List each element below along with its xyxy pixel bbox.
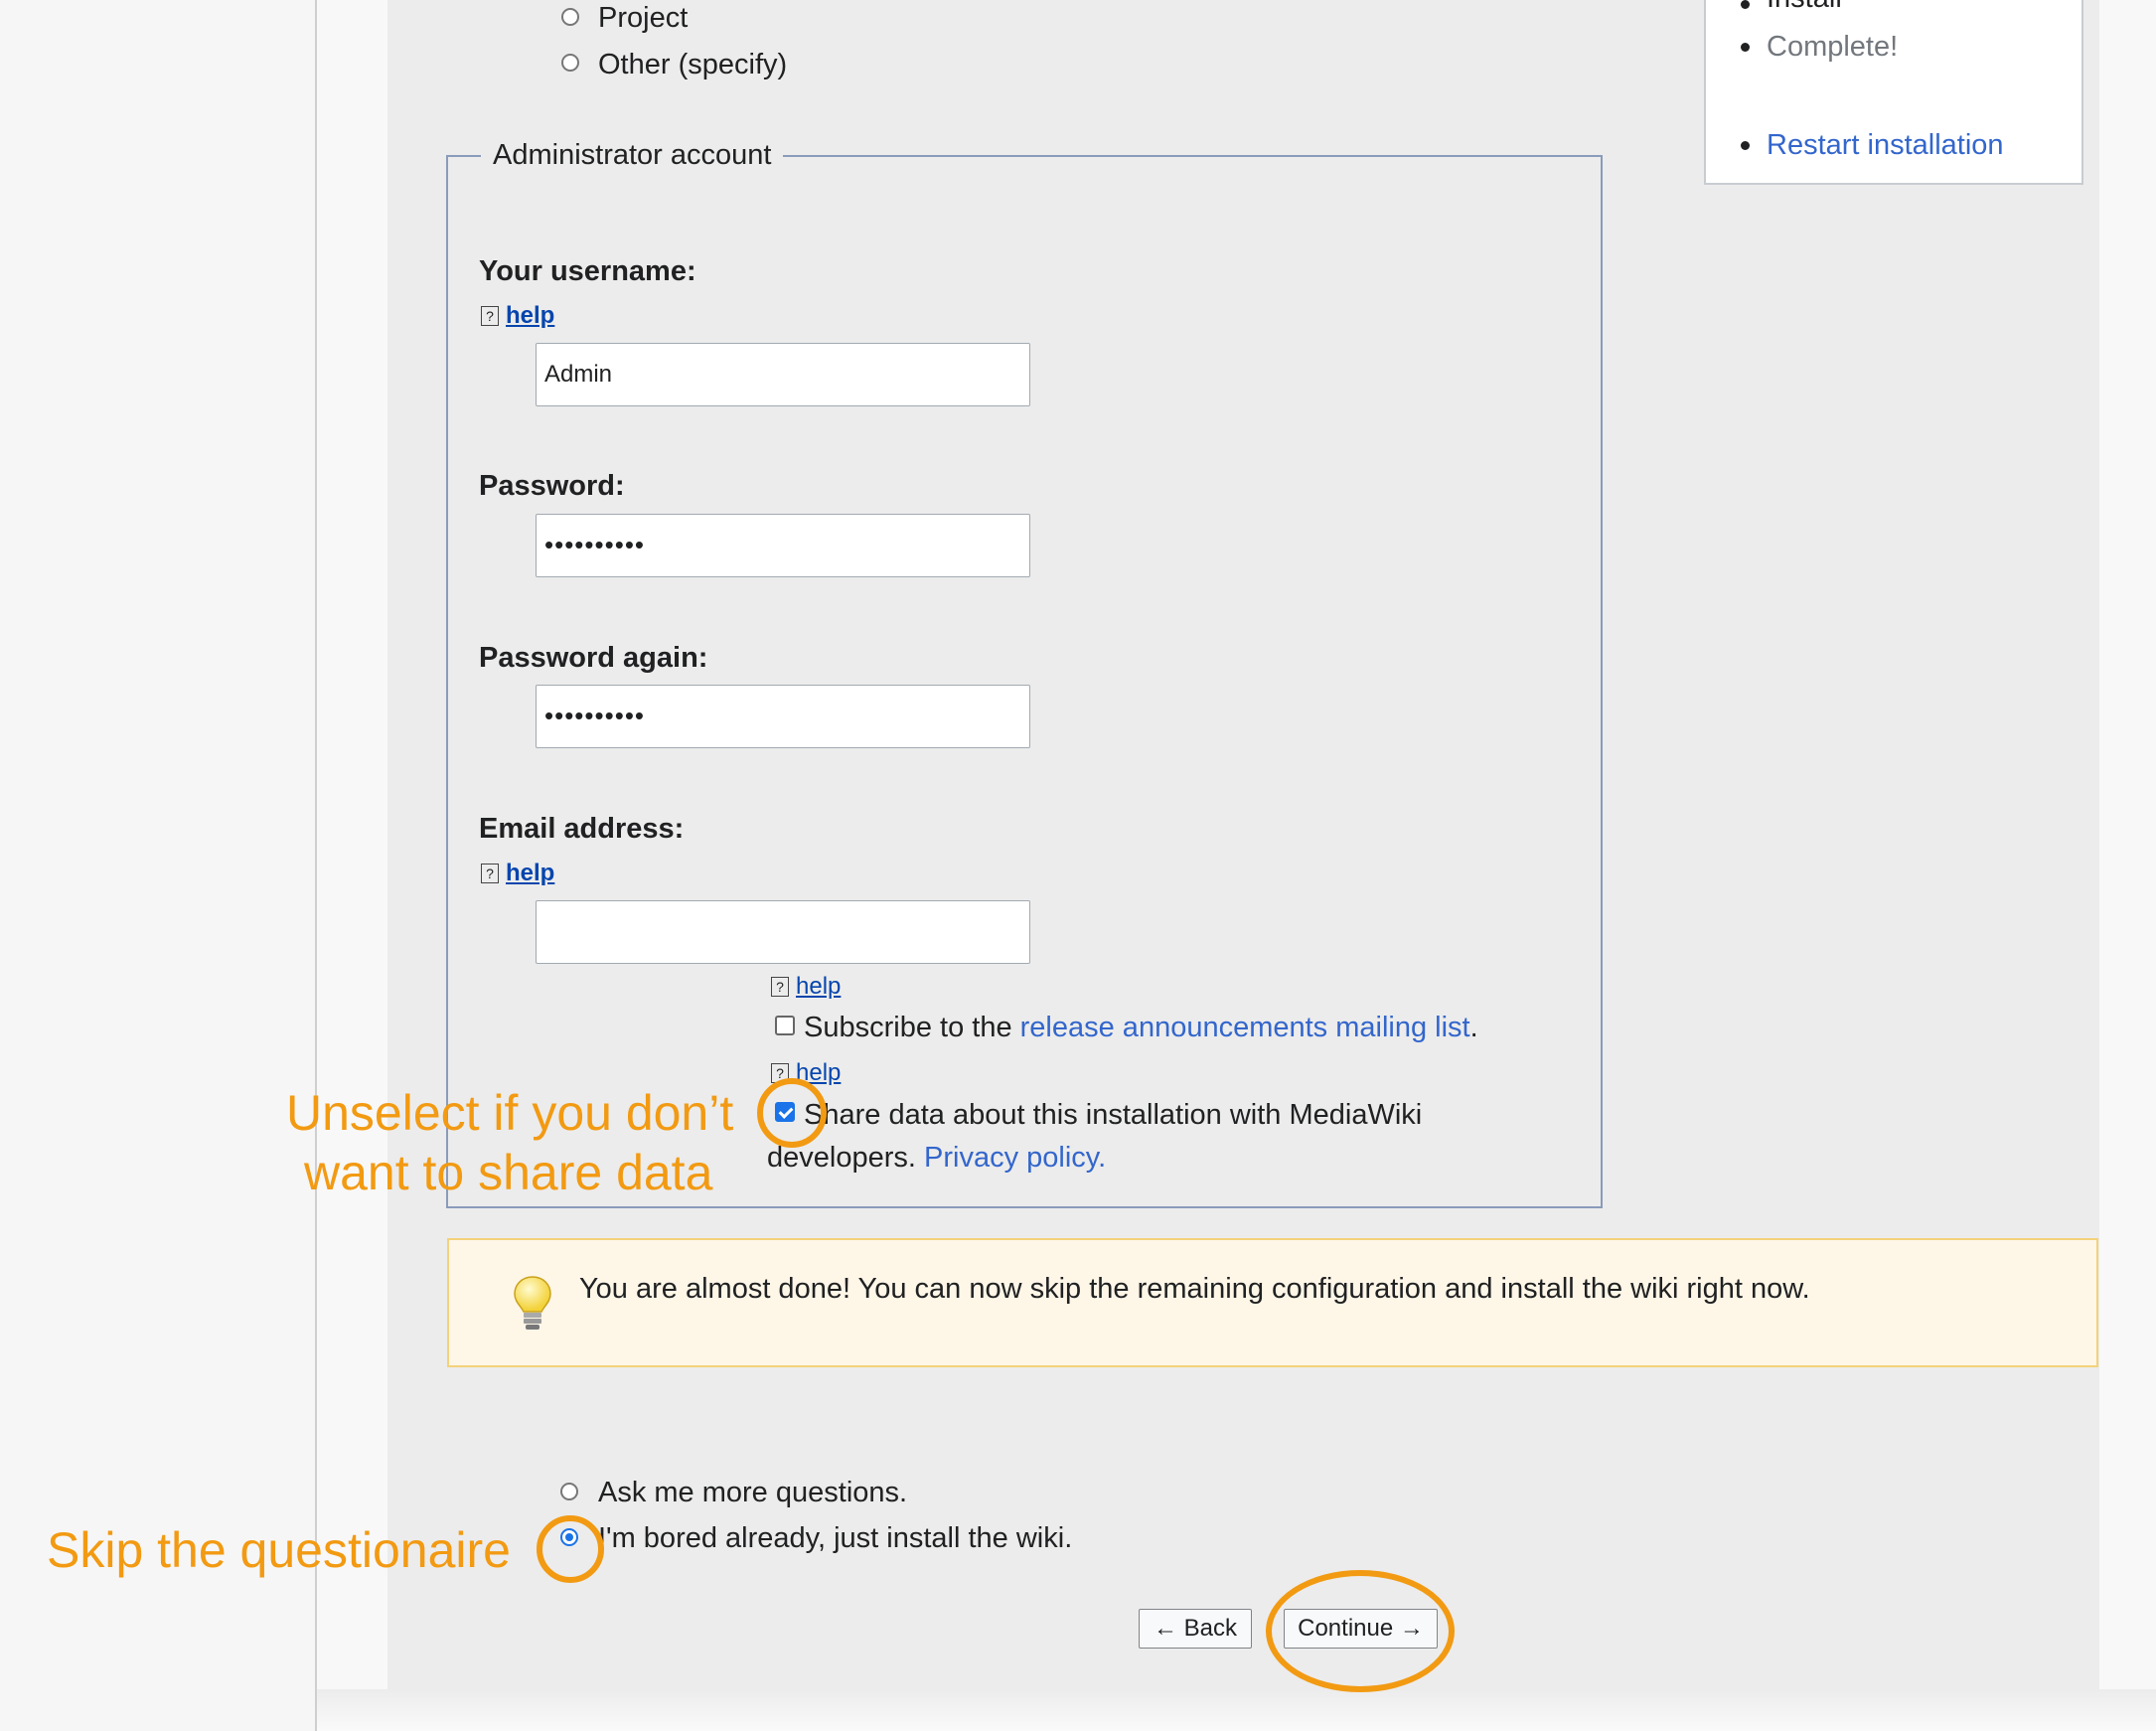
step-complete: Complete! <box>1767 31 1899 63</box>
share-data-text-line2: developers. Privacy policy. <box>767 1142 1107 1174</box>
mailing-list-link[interactable]: release announcements mailing list <box>1020 1012 1470 1043</box>
radio-install-now-label: I'm bored already, just install the wiki… <box>598 1522 1073 1554</box>
help-icon: ? <box>771 977 789 997</box>
help-icon: ? <box>481 864 499 883</box>
subscribe-checkbox[interactable] <box>775 1016 795 1035</box>
annotation-ring-continue <box>1266 1570 1455 1692</box>
radio-other[interactable] <box>561 54 579 72</box>
annotation-share-line1: Unselect if you don’t <box>286 1085 734 1141</box>
email-help-link[interactable]: help <box>506 860 554 886</box>
share-data-text-line1: Share data about this installation with … <box>804 1099 1423 1131</box>
email-input[interactable] <box>536 900 1030 964</box>
email-help: ? help <box>481 859 554 888</box>
password-again-input[interactable]: •••••••••• <box>536 685 1030 748</box>
radio-project-label: Project <box>598 2 689 34</box>
annotation-share-line2: want to share data <box>304 1145 713 1200</box>
password-input[interactable]: •••••••••• <box>536 514 1030 577</box>
back-button[interactable]: ← Back <box>1139 1609 1252 1649</box>
bullet <box>1741 43 1750 52</box>
radio-ask-more-label: Ask me more questions. <box>598 1477 908 1508</box>
annotation-ring-share-checkbox <box>757 1078 827 1148</box>
lightbulb-icon <box>514 1276 551 1330</box>
page-bottom <box>317 1689 2156 1731</box>
restart-installation-link[interactable]: Restart installation <box>1767 127 2004 163</box>
admin-account-legend: Administrator account <box>481 137 784 173</box>
admin-account-fieldset <box>446 155 1603 1208</box>
password-label: Password: <box>479 470 625 502</box>
bullet <box>1741 0 1750 9</box>
subscribe-help: ? help <box>771 972 841 1002</box>
password-again-label: Password again: <box>479 642 708 674</box>
notice-text: You are almost done! You can now skip th… <box>579 1273 1810 1305</box>
email-label: Email address: <box>479 813 685 845</box>
annotation-ring-install-radio <box>537 1515 604 1583</box>
privacy-policy-link[interactable]: Privacy policy <box>924 1142 1098 1174</box>
subscribe-help-link[interactable]: help <box>796 973 841 1000</box>
bullet <box>1741 141 1750 150</box>
annotation-skip: Skip the questionaire <box>47 1522 511 1578</box>
radio-ask-more[interactable] <box>560 1483 578 1500</box>
left-margin <box>0 0 316 1731</box>
username-help: ? help <box>481 301 554 331</box>
username-help-link[interactable]: help <box>506 302 554 329</box>
help-icon: ? <box>481 306 499 326</box>
left-divider <box>315 0 317 1731</box>
subscribe-text: Subscribe to the release announcements m… <box>804 1012 1478 1043</box>
radio-project[interactable] <box>561 8 579 26</box>
username-input[interactable]: Admin <box>536 343 1030 406</box>
username-label: Your username: <box>479 255 696 287</box>
radio-other-label: Other (specify) <box>598 49 788 80</box>
step-install: Install <box>1767 0 1842 16</box>
